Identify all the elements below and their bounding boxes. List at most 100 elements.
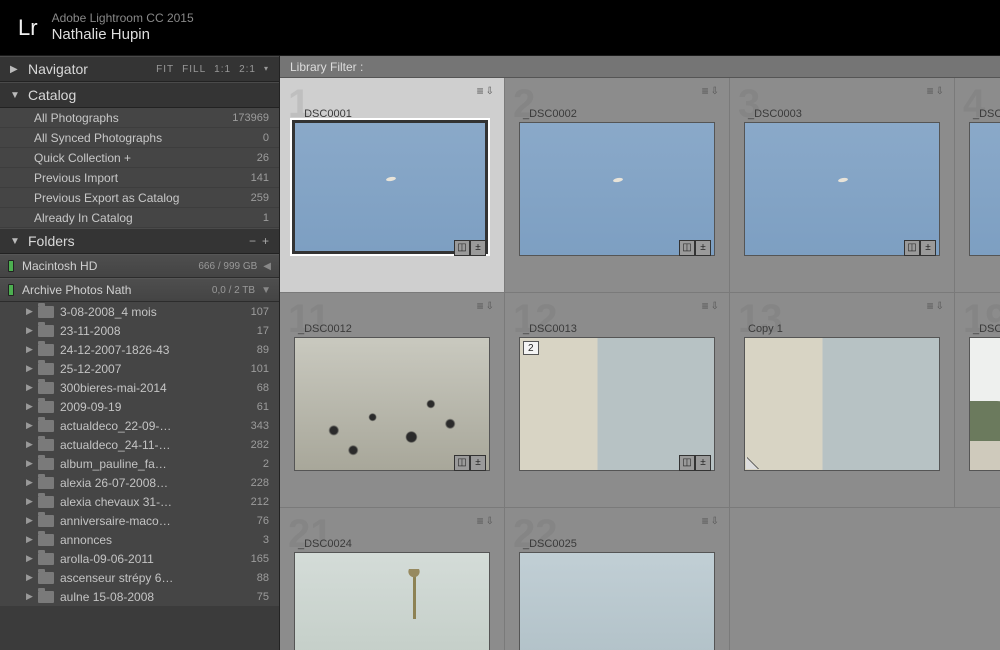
chevron-right-icon[interactable]: ▶ bbox=[26, 553, 36, 564]
folder-count: 61 bbox=[257, 401, 269, 413]
grid-cell[interactable]: 1 ≡⇩ _DSC0001 ◫± bbox=[280, 78, 505, 293]
catalog-header[interactable]: ▼ Catalog bbox=[0, 82, 279, 108]
cell-flag-icons[interactable]: ≡⇩ bbox=[927, 299, 944, 313]
folder-row[interactable]: ▶ ascenseur strépy 6… 88 bbox=[0, 568, 279, 587]
chevron-right-icon[interactable]: ▶ bbox=[26, 382, 36, 393]
stack-count-badge[interactable]: 2 bbox=[523, 341, 539, 355]
add-folder-button[interactable]: + bbox=[262, 234, 269, 248]
folder-row[interactable]: ▶ 3-08-2008_4 mois 107 bbox=[0, 302, 279, 321]
grid-cell[interactable]: 2 ≡⇩ _DSC0002 ◫± bbox=[505, 78, 730, 293]
zoom-1-1[interactable]: 1:1 bbox=[214, 64, 231, 75]
thumbnail-badges[interactable]: ◫± bbox=[904, 240, 936, 256]
chevron-right-icon[interactable]: ▶ bbox=[26, 439, 36, 450]
chevron-right-icon[interactable]: ▶ bbox=[26, 534, 36, 545]
thumbnail-badges[interactable]: ◫± bbox=[454, 240, 486, 256]
chevron-right-icon[interactable]: ▶ bbox=[26, 363, 36, 374]
zoom-fit[interactable]: FIT bbox=[156, 64, 174, 75]
chevron-right-icon[interactable]: ▶ bbox=[26, 496, 36, 507]
thumbnail-badges[interactable]: ◫± bbox=[679, 455, 711, 471]
catalog-item[interactable]: Quick Collection +26 bbox=[0, 148, 279, 168]
grid-cell[interactable]: 22 ≡⇩ _DSC0025 bbox=[505, 508, 730, 650]
chevron-right-icon[interactable]: ▶ bbox=[26, 572, 36, 583]
chevron-right-icon[interactable]: ▶ bbox=[26, 591, 36, 602]
chevron-right-icon[interactable]: ▶ bbox=[26, 420, 36, 431]
folder-row[interactable]: ▶ album_pauline_fa… 2 bbox=[0, 454, 279, 473]
cell-flag-icons[interactable]: ≡⇩ bbox=[477, 514, 494, 528]
cell-index: 3 bbox=[738, 82, 760, 127]
folder-row[interactable]: ▶ alexia 26-07-2008… 228 bbox=[0, 473, 279, 492]
cell-filename: _DSC0003 bbox=[748, 108, 802, 120]
grid-cell[interactable]: 3 ≡⇩ _DSC0003 ◫± bbox=[730, 78, 955, 293]
volume-row[interactable]: Macintosh HD 666 / 999 GB ◀ bbox=[0, 254, 279, 278]
thumbnail[interactable] bbox=[519, 337, 715, 471]
folder-row[interactable]: ▶ anniversaire-maco… 76 bbox=[0, 511, 279, 530]
zoom-fill[interactable]: FILL bbox=[182, 64, 206, 75]
chevron-down-icon[interactable]: ▾ bbox=[264, 64, 269, 75]
folder-row[interactable]: ▶ 25-12-2007 101 bbox=[0, 359, 279, 378]
chevron-right-icon[interactable]: ▶ bbox=[26, 401, 36, 412]
catalog-item[interactable]: Previous Export as Catalog259 bbox=[0, 188, 279, 208]
folder-row[interactable]: ▶ 24-12-2007-1826-43 89 bbox=[0, 340, 279, 359]
grid-cell[interactable]: 21 ≡⇩ _DSC0024 bbox=[280, 508, 505, 650]
thumbnail[interactable] bbox=[519, 122, 715, 256]
chevron-right-icon[interactable]: ▶ bbox=[26, 458, 36, 469]
thumbnail[interactable] bbox=[294, 337, 490, 471]
chevron-right-icon[interactable]: ▶ bbox=[26, 344, 36, 355]
folder-row[interactable]: ▶ aulne 15-08-2008 75 bbox=[0, 587, 279, 606]
chevron-right-icon[interactable]: ▶ bbox=[26, 306, 36, 317]
grid-viewport[interactable]: 1 ≡⇩ _DSC0001 ◫±2 ≡⇩ _DSC0002 ◫±3 ≡⇩ _DS… bbox=[280, 78, 1000, 650]
cell-filename: Copy 1 bbox=[748, 323, 783, 335]
thumbnail-badges[interactable]: ◫± bbox=[454, 455, 486, 471]
grid-cell[interactable]: 11 ≡⇩ _DSC0012 ◫± bbox=[280, 293, 505, 508]
catalog-item[interactable]: Previous Import141 bbox=[0, 168, 279, 188]
catalog-item[interactable]: All Photographs173969 bbox=[0, 108, 279, 128]
zoom-2-1[interactable]: 2:1 bbox=[239, 64, 256, 75]
volume-row[interactable]: Archive Photos Nath 0,0 / 2 TB ▼ bbox=[0, 278, 279, 302]
cell-flag-icons[interactable]: ≡⇩ bbox=[702, 514, 719, 528]
folder-count: 107 bbox=[251, 306, 269, 318]
thumbnail[interactable] bbox=[744, 337, 940, 471]
library-filter-bar[interactable]: Library Filter : bbox=[280, 56, 1000, 78]
chevron-down-icon[interactable]: ▼ bbox=[261, 285, 271, 296]
thumbnail[interactable] bbox=[519, 552, 715, 650]
folder-count: 101 bbox=[251, 363, 269, 375]
folder-row[interactable]: ▶ actualdeco_24-11-… 282 bbox=[0, 435, 279, 454]
folder-row[interactable]: ▶ arolla-09-06-2011 165 bbox=[0, 549, 279, 568]
folder-row[interactable]: ▶ 300bieres-mai-2014 68 bbox=[0, 378, 279, 397]
thumbnail[interactable] bbox=[969, 122, 1000, 256]
folder-row[interactable]: ▶ 23-11-2008 17 bbox=[0, 321, 279, 340]
remove-folder-button[interactable]: − bbox=[249, 234, 256, 248]
grid-cell[interactable]: 13 ≡⇩ Copy 1 bbox=[730, 293, 955, 508]
folder-list: ▶ 3-08-2008_4 mois 107▶ 23-11-2008 17▶ 2… bbox=[0, 302, 279, 606]
chevron-left-icon[interactable]: ◀ bbox=[263, 261, 271, 272]
thumbnail-badges[interactable]: ◫± bbox=[679, 240, 711, 256]
grid-cell[interactable]: 4 ≡⇩ _DSC0004 bbox=[955, 78, 1000, 293]
folders-label: Folders bbox=[28, 233, 75, 249]
thumbnail[interactable] bbox=[294, 552, 490, 650]
folder-row[interactable]: ▶ annonces 3 bbox=[0, 530, 279, 549]
folder-icon bbox=[38, 420, 54, 432]
thumbnail[interactable] bbox=[969, 337, 1000, 471]
chevron-right-icon[interactable]: ▶ bbox=[26, 515, 36, 526]
folder-row[interactable]: ▶ 2009-09-19 61 bbox=[0, 397, 279, 416]
thumbnail[interactable] bbox=[292, 120, 488, 254]
folder-name: 23-11-2008 bbox=[60, 324, 253, 338]
cell-flag-icons[interactable]: ≡⇩ bbox=[702, 299, 719, 313]
grid-cell[interactable]: 12 ≡⇩ _DSC0013 2◫± bbox=[505, 293, 730, 508]
navigator-header[interactable]: ▶ Navigator FIT FILL 1:1 2:1 ▾ bbox=[0, 56, 279, 82]
folder-row[interactable]: ▶ alexia chevaux 31-… 212 bbox=[0, 492, 279, 511]
cell-flag-icons[interactable]: ≡⇩ bbox=[477, 84, 494, 98]
content-area: Library Filter : 1 ≡⇩ _DSC0001 ◫±2 ≡⇩ _D… bbox=[280, 56, 1000, 650]
cell-flag-icons[interactable]: ≡⇩ bbox=[702, 84, 719, 98]
thumbnail[interactable] bbox=[744, 122, 940, 256]
cell-flag-icons[interactable]: ≡⇩ bbox=[477, 299, 494, 313]
chevron-right-icon[interactable]: ▶ bbox=[26, 477, 36, 488]
folder-row[interactable]: ▶ actualdeco_22-09-… 343 bbox=[0, 416, 279, 435]
folders-header[interactable]: ▼ Folders − + bbox=[0, 228, 279, 254]
cell-filename: _DSC0001 bbox=[298, 108, 352, 120]
chevron-right-icon[interactable]: ▶ bbox=[26, 325, 36, 336]
grid-cell[interactable]: 19 ≡⇩ _DSC0021 bbox=[955, 293, 1000, 508]
cell-flag-icons[interactable]: ≡⇩ bbox=[927, 84, 944, 98]
catalog-item[interactable]: All Synced Photographs0 bbox=[0, 128, 279, 148]
catalog-item[interactable]: Already In Catalog1 bbox=[0, 208, 279, 228]
